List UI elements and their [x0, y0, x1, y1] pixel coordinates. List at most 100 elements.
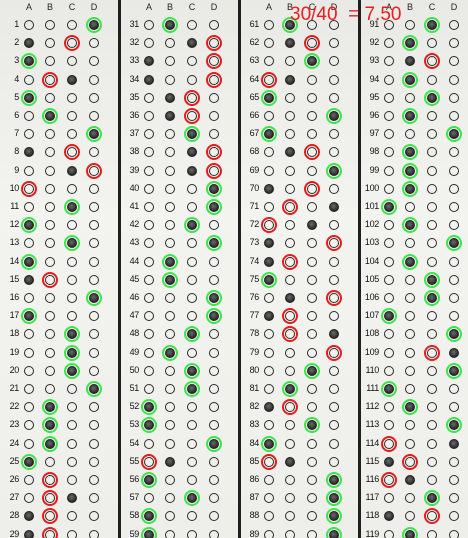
answer-bubble-a[interactable]	[264, 202, 274, 212]
answer-bubble-a[interactable]	[384, 129, 394, 140]
answer-bubble-d[interactable]	[89, 365, 99, 376]
answer-bubble-b[interactable]	[165, 511, 175, 522]
answer-bubble-d[interactable]	[209, 475, 219, 485]
answer-bubble-d[interactable]	[449, 456, 459, 467]
answer-bubble-b[interactable]	[405, 384, 415, 394]
answer-bubble-d[interactable]	[89, 20, 99, 30]
answer-bubble-b[interactable]	[45, 456, 55, 467]
answer-bubble-d[interactable]	[209, 365, 219, 376]
answer-bubble-a[interactable]	[264, 220, 274, 231]
answer-bubble-b[interactable]	[405, 92, 415, 103]
answer-bubble-b[interactable]	[45, 384, 55, 394]
answer-bubble-b[interactable]	[285, 220, 295, 231]
answer-bubble-c[interactable]	[427, 238, 437, 249]
answer-bubble-c[interactable]	[187, 384, 197, 394]
answer-bubble-d[interactable]	[449, 129, 459, 140]
answer-bubble-c[interactable]	[307, 456, 317, 467]
answer-bubble-a[interactable]	[24, 511, 34, 522]
answer-bubble-b[interactable]	[285, 384, 295, 394]
answer-bubble-d[interactable]	[329, 147, 339, 158]
answer-bubble-b[interactable]	[165, 311, 175, 322]
answer-bubble-c[interactable]	[427, 256, 437, 267]
answer-bubble-d[interactable]	[89, 529, 99, 538]
answer-bubble-a[interactable]	[144, 74, 154, 85]
answer-bubble-d[interactable]	[329, 493, 339, 504]
answer-bubble-a[interactable]	[384, 329, 394, 340]
answer-bubble-a[interactable]	[264, 274, 274, 285]
answer-bubble-b[interactable]	[45, 438, 55, 449]
answer-bubble-b[interactable]	[165, 493, 175, 504]
answer-bubble-d[interactable]	[449, 402, 459, 413]
answer-bubble-c[interactable]	[307, 420, 317, 431]
answer-bubble-b[interactable]	[45, 20, 55, 30]
answer-bubble-a[interactable]	[384, 293, 394, 303]
answer-bubble-a[interactable]	[264, 165, 274, 176]
answer-bubble-c[interactable]	[187, 438, 197, 449]
answer-bubble-d[interactable]	[209, 274, 219, 285]
answer-bubble-a[interactable]	[24, 20, 34, 30]
answer-bubble-c[interactable]	[67, 456, 77, 467]
answer-bubble-b[interactable]	[285, 311, 295, 322]
answer-bubble-d[interactable]	[329, 420, 339, 431]
answer-bubble-b[interactable]	[405, 256, 415, 267]
answer-bubble-d[interactable]	[209, 420, 219, 431]
answer-bubble-b[interactable]	[45, 165, 55, 176]
answer-bubble-c[interactable]	[427, 56, 437, 67]
answer-bubble-d[interactable]	[329, 111, 339, 121]
answer-bubble-b[interactable]	[45, 111, 55, 121]
answer-bubble-b[interactable]	[165, 293, 175, 303]
answer-bubble-b[interactable]	[285, 202, 295, 212]
answer-bubble-b[interactable]	[405, 311, 415, 322]
answer-bubble-a[interactable]	[384, 420, 394, 431]
answer-bubble-a[interactable]	[144, 274, 154, 285]
answer-bubble-a[interactable]	[384, 402, 394, 413]
answer-bubble-c[interactable]	[307, 74, 317, 85]
answer-bubble-c[interactable]	[427, 475, 437, 485]
answer-bubble-a[interactable]	[264, 420, 274, 431]
answer-bubble-a[interactable]	[144, 438, 154, 449]
answer-bubble-c[interactable]	[307, 202, 317, 212]
answer-bubble-c[interactable]	[187, 147, 197, 158]
answer-bubble-d[interactable]	[329, 402, 339, 413]
answer-bubble-c[interactable]	[67, 129, 77, 140]
answer-bubble-d[interactable]	[89, 92, 99, 103]
answer-bubble-c[interactable]	[307, 384, 317, 394]
answer-bubble-d[interactable]	[329, 529, 339, 538]
answer-bubble-b[interactable]	[165, 147, 175, 158]
answer-bubble-b[interactable]	[285, 38, 295, 49]
answer-bubble-c[interactable]	[67, 493, 77, 504]
answer-bubble-c[interactable]	[187, 256, 197, 267]
answer-bubble-d[interactable]	[329, 293, 339, 303]
answer-bubble-b[interactable]	[285, 529, 295, 538]
answer-bubble-a[interactable]	[144, 456, 154, 467]
answer-bubble-a[interactable]	[384, 220, 394, 231]
answer-bubble-d[interactable]	[89, 402, 99, 413]
answer-bubble-c[interactable]	[67, 38, 77, 49]
answer-bubble-c[interactable]	[307, 329, 317, 340]
answer-bubble-c[interactable]	[67, 111, 77, 121]
answer-bubble-d[interactable]	[209, 329, 219, 340]
answer-bubble-c[interactable]	[427, 38, 437, 49]
answer-bubble-a[interactable]	[264, 456, 274, 467]
answer-bubble-d[interactable]	[329, 129, 339, 140]
answer-bubble-b[interactable]	[285, 111, 295, 121]
answer-bubble-a[interactable]	[384, 384, 394, 394]
answer-bubble-b[interactable]	[405, 329, 415, 340]
answer-bubble-d[interactable]	[449, 365, 459, 376]
answer-bubble-b[interactable]	[45, 74, 55, 85]
answer-bubble-d[interactable]	[209, 129, 219, 140]
answer-bubble-a[interactable]	[264, 347, 274, 358]
answer-bubble-d[interactable]	[209, 347, 219, 358]
answer-bubble-b[interactable]	[45, 475, 55, 485]
answer-bubble-c[interactable]	[427, 365, 437, 376]
answer-bubble-c[interactable]	[427, 529, 437, 538]
answer-bubble-d[interactable]	[449, 511, 459, 522]
answer-bubble-c[interactable]	[67, 74, 77, 85]
answer-bubble-c[interactable]	[187, 202, 197, 212]
answer-bubble-a[interactable]	[24, 38, 34, 49]
answer-bubble-b[interactable]	[45, 183, 55, 194]
answer-bubble-b[interactable]	[405, 475, 415, 485]
answer-bubble-d[interactable]	[89, 111, 99, 121]
answer-bubble-c[interactable]	[427, 92, 437, 103]
answer-bubble-c[interactable]	[307, 111, 317, 121]
